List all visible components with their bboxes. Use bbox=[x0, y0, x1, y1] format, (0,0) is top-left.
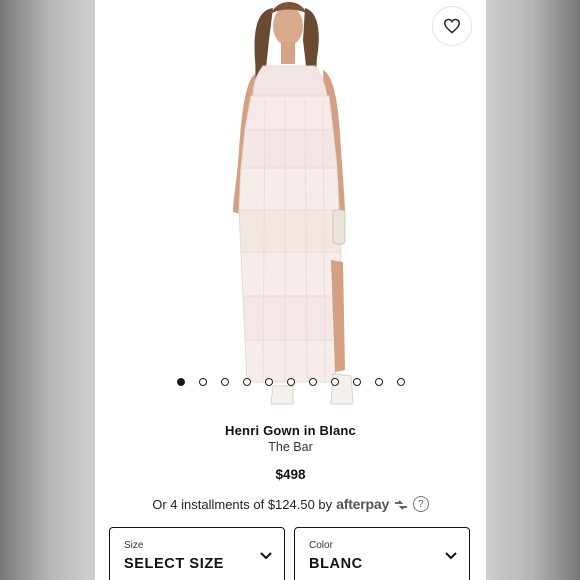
carousel-indicators bbox=[95, 376, 486, 388]
product-price: $498 bbox=[275, 467, 306, 482]
carousel-dot[interactable] bbox=[242, 378, 251, 386]
product-image[interactable] bbox=[95, 0, 486, 412]
chevron-down-icon bbox=[260, 552, 272, 560]
product-screen: Henri Gown in Blanc The Bar $498 Or 4 in… bbox=[95, 0, 486, 580]
carousel-dot[interactable] bbox=[198, 378, 207, 386]
installments-row: Or 4 installments of $124.50 by afterpay… bbox=[95, 496, 486, 512]
heart-icon bbox=[443, 18, 461, 34]
size-select-label: Size bbox=[124, 540, 144, 551]
carousel-dot[interactable] bbox=[396, 378, 405, 386]
carousel-dot[interactable] bbox=[308, 378, 317, 386]
carousel-dot[interactable] bbox=[264, 378, 273, 386]
installments-text: Or 4 installments of $124.50 by bbox=[152, 496, 333, 512]
model-dress-illustration bbox=[233, 2, 354, 405]
color-select-label: Color bbox=[309, 540, 333, 551]
afterpay-logo[interactable]: afterpay bbox=[336, 496, 409, 512]
help-icon[interactable]: ? bbox=[412, 496, 429, 512]
afterpay-arrows-icon bbox=[394, 500, 407, 510]
favorite-button[interactable] bbox=[432, 6, 472, 46]
product-brand[interactable]: The Bar bbox=[95, 440, 486, 454]
background-left bbox=[0, 0, 95, 580]
size-select[interactable]: Size SELECT SIZE bbox=[109, 527, 285, 580]
color-select-value: BLANC bbox=[309, 556, 363, 572]
carousel-dot[interactable] bbox=[176, 378, 185, 386]
carousel-dot[interactable] bbox=[286, 378, 295, 386]
product-title: Henri Gown in Blanc bbox=[225, 423, 356, 438]
afterpay-label: afterpay bbox=[336, 496, 390, 512]
carousel-dot[interactable] bbox=[330, 378, 339, 386]
color-select[interactable]: Color BLANC bbox=[294, 527, 470, 580]
carousel-dot[interactable] bbox=[220, 378, 229, 386]
carousel-dot[interactable] bbox=[352, 378, 361, 386]
size-select-value: SELECT SIZE bbox=[124, 556, 225, 572]
background-right bbox=[485, 0, 580, 580]
carousel-dot[interactable] bbox=[374, 378, 383, 386]
chevron-down-icon bbox=[445, 552, 457, 560]
